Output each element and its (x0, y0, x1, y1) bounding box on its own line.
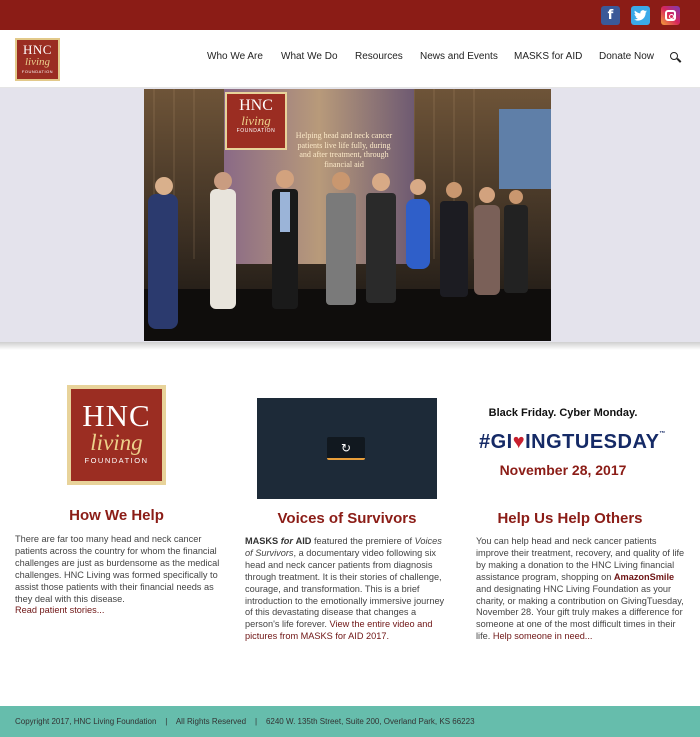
hero-banner-tagline: Helping head and neck cancer patients li… (295, 131, 393, 169)
hero-banner-living: living (241, 113, 271, 128)
how-we-help-paragraph: There are far too many head and neck can… (15, 534, 220, 604)
replay-icon: ↻ (340, 441, 352, 455)
logo-text-living: living (24, 56, 51, 68)
nav-resources[interactable]: Resources (355, 51, 403, 62)
hero-banner-foundation: FOUNDATION (236, 128, 276, 134)
aid-word: AID (295, 536, 312, 546)
logo-text-foundation: FOUNDATION (21, 69, 54, 74)
voices-of-survivors-text: MASKS for AID featured the premiere of V… (245, 536, 450, 643)
site-header: HNC living FOUNDATION Who We Are What We… (0, 30, 700, 88)
hnc-living-logo: HNC living FOUNDATION (67, 385, 166, 485)
site-logo[interactable]: HNC living FOUNDATION (15, 38, 60, 81)
masks-word: MASKS (245, 536, 279, 546)
top-bar: f (0, 0, 700, 30)
read-patient-stories-link[interactable]: Read patient stories... (15, 605, 225, 617)
help-us-help-others-text: You can help head and neck cancer patien… (476, 536, 686, 643)
facebook-icon[interactable]: f (601, 6, 620, 25)
video-player[interactable]: ↻ (257, 398, 437, 499)
nav-donate-now[interactable]: Donate Now (599, 51, 654, 62)
logo-big-hnc: HNC (82, 398, 151, 433)
twitter-icon[interactable] (631, 6, 650, 25)
nav-masks-for-aid[interactable]: MASKS for AID (514, 51, 582, 62)
amazonsmile-link[interactable]: AmazonSmile (614, 572, 674, 582)
how-we-help-text: There are far too many head and neck can… (15, 534, 225, 617)
giving-suffix: INGTUESDAY (525, 431, 660, 453)
hero-shadow (0, 342, 700, 350)
logo-text-hnc: HNC (23, 42, 52, 57)
hero-banner-logo: HNC living FOUNDATION (230, 97, 282, 136)
hero-photo: HNC living FOUNDATION Helping head and n… (144, 89, 551, 341)
nav-what-we-do[interactable]: What We Do (281, 51, 338, 62)
replay-button[interactable]: ↻ (327, 437, 365, 460)
site-footer: Copyright 2017, HNC Living Foundation | … (0, 706, 700, 737)
nav-who-we-are[interactable]: Who We Are (207, 51, 263, 62)
footer-text: Copyright 2017, HNC Living Foundation | … (15, 717, 475, 726)
for-word: for (280, 536, 293, 546)
heart-icon: ♥ (512, 431, 526, 453)
hero-banner-hnc: HNC (239, 97, 273, 114)
giving-tuesday-date: November 28, 2017 (499, 462, 627, 478)
logo-big-foundation: FOUNDATION (84, 456, 149, 465)
giving-tuesday-logo: #GI♥INGTUESDAY™ (479, 431, 666, 453)
instagram-icon[interactable] (661, 6, 680, 25)
voices-text-part2: , a documentary video following six head… (245, 547, 445, 630)
nav-news-and-events[interactable]: News and Events (420, 51, 498, 62)
help-someone-link[interactable]: Help someone in need... (493, 631, 593, 641)
voices-text-part1: featured the premiere of (311, 536, 415, 546)
search-icon[interactable] (670, 52, 678, 60)
help-us-help-others-title: Help Us Help Others (497, 510, 643, 527)
voices-of-survivors-title: Voices of Survivors (277, 510, 417, 527)
logo-big-living: living (90, 430, 143, 455)
how-we-help-title: How We Help (69, 507, 164, 524)
black-friday-headline: Black Friday. Cyber Monday. (488, 407, 638, 419)
giving-prefix: #GI (479, 431, 513, 453)
